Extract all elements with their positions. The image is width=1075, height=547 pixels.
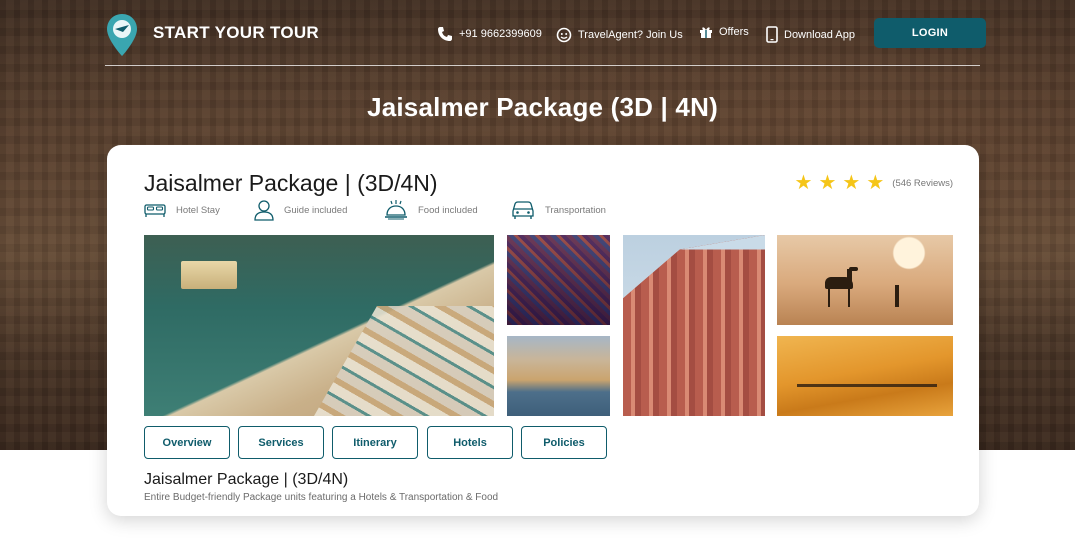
person-icon (254, 200, 274, 221)
logo-icon[interactable] (105, 12, 139, 58)
bed-icon (144, 204, 166, 217)
car-icon (512, 201, 534, 219)
tab-policies[interactable]: Policies (521, 426, 607, 459)
tab-hotels[interactable]: Hotels (427, 426, 513, 459)
sand-dunes-photo[interactable] (777, 336, 953, 416)
agent-icon (556, 27, 572, 43)
download-app-link[interactable]: Download App (766, 26, 855, 43)
amenity-label: Transportation (545, 204, 606, 216)
food-tray-icon (385, 200, 407, 220)
camel-desert-photo[interactable] (777, 235, 953, 325)
offers-label: Offers (719, 26, 749, 38)
package-subtitle: Jaisalmer Package | (3D/4N) (144, 471, 349, 488)
amenity-label: Food included (418, 204, 478, 216)
amenity-hotel-stay: Hotel Stay (144, 202, 220, 218)
tab-itinerary[interactable]: Itinerary (332, 426, 418, 459)
reviews-count: (546 Reviews) (892, 177, 953, 189)
offers-link[interactable]: Offers (699, 25, 749, 39)
star-icon: ★ (818, 172, 837, 194)
package-description: Entire Budget-friendly Package units fea… (144, 492, 499, 503)
tab-overview[interactable]: Overview (144, 426, 230, 459)
star-icon: ★ (842, 172, 861, 194)
login-button[interactable]: LOGIN (874, 18, 986, 48)
star-icon: ★ (866, 172, 885, 194)
package-title: Jaisalmer Package | (3D/4N) (144, 170, 438, 196)
phone-link[interactable]: +91 9662399609 (437, 26, 542, 42)
amenity-guide: Guide included (254, 199, 347, 221)
brand-name[interactable]: START YOUR TOUR (153, 23, 319, 43)
tab-services[interactable]: Services (238, 426, 324, 459)
travel-agent-link[interactable]: TravelAgent? Join Us (556, 27, 683, 43)
travel-agent-label: TravelAgent? Join Us (578, 29, 683, 41)
top-navbar: START YOUR TOUR +91 9662399609 TravelAge… (105, 12, 986, 66)
amenity-label: Guide included (284, 204, 348, 216)
amenity-food: Food included (384, 198, 478, 222)
star-icon: ★ (794, 172, 813, 194)
amenity-label: Hotel Stay (176, 204, 220, 216)
phone-number: +91 9662399609 (459, 28, 542, 40)
fort-photo[interactable] (507, 336, 610, 416)
city-view-photo[interactable] (507, 235, 610, 325)
package-card: Jaisalmer Package | (3D/4N) ★ ★ ★ ★ (546… (107, 145, 979, 516)
gift-icon (700, 27, 712, 38)
phone-icon (438, 27, 452, 41)
amenity-transportation: Transportation (511, 200, 606, 220)
mobile-icon (766, 26, 778, 43)
download-app-label: Download App (784, 28, 855, 41)
rating: ★ ★ ★ ★ (546 Reviews) (795, 173, 953, 193)
lake-palace-photo[interactable] (144, 235, 494, 416)
hero-title: Jaisalmer Package (3D | 4N) (367, 92, 718, 122)
